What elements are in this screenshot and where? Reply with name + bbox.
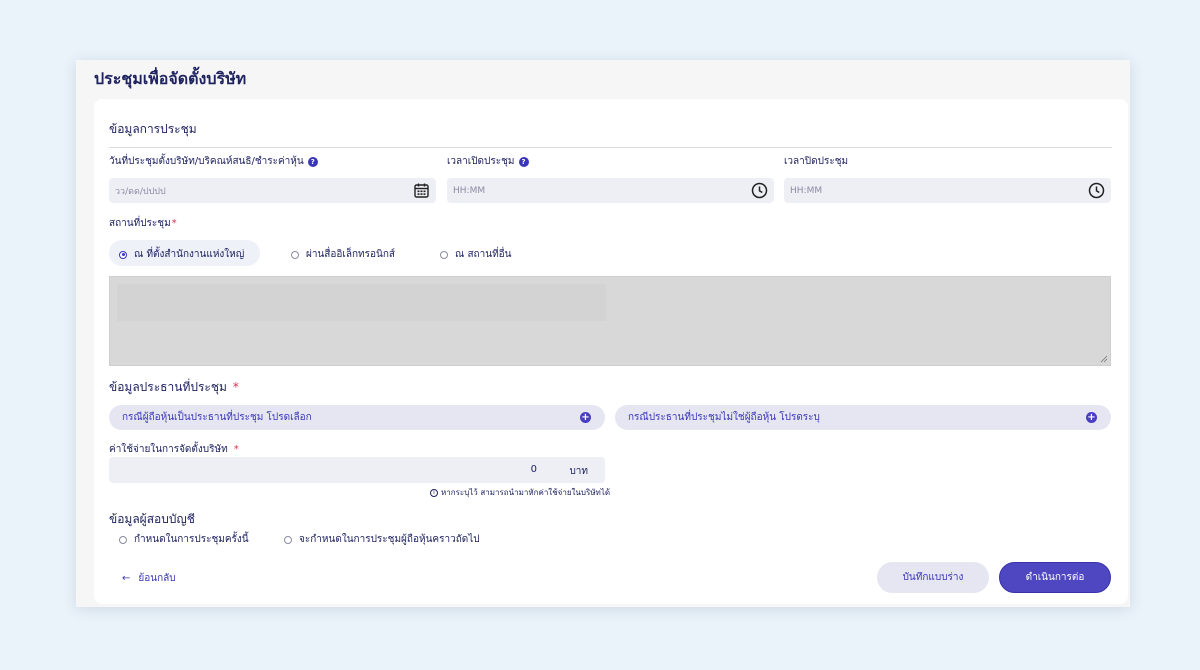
meeting-date-label-text: วันที่ประชุมตั้งบริษัท/บริคณห์สนธิ/ชำระค… — [109, 156, 304, 167]
clock-icon[interactable] — [751, 182, 768, 199]
radio-unselected[interactable] — [119, 535, 127, 544]
venue-option-label: ณ สถานที่อื่น — [455, 249, 512, 260]
radio-unselected[interactable] — [284, 535, 292, 544]
chairman-title-text: ข้อมูลประธานที่ประชุม — [109, 380, 227, 394]
plus-icon[interactable]: + — [580, 412, 591, 423]
arrow-left-icon: ← — [122, 573, 131, 584]
specify-chairman-label: กรณีประธานที่ประชุมไม่ใช่ผู้ถือหุ้น โปรด… — [628, 412, 820, 423]
back-label: ย้อนกลับ — [138, 573, 176, 584]
info-icon: i — [430, 488, 438, 497]
plus-icon[interactable]: + — [1086, 412, 1097, 423]
required-mark: * — [171, 218, 177, 229]
clock-icon[interactable] — [1088, 182, 1105, 199]
help-icon[interactable]: ? — [307, 156, 318, 167]
required-mark: * — [233, 444, 239, 455]
auditor-option-this-meeting[interactable]: กำหนดในการประชุมครั้งนี้ — [119, 532, 249, 547]
save-draft-button[interactable]: บันทึกแบบร่าง — [877, 562, 989, 593]
back-link[interactable]: ← ย้อนกลับ — [122, 571, 176, 586]
calendar-icon[interactable] — [413, 182, 430, 199]
page-title: ประชุมเพื่อจัดตั้งบริษัท — [94, 69, 247, 88]
venue-option-other[interactable]: ณ สถานที่อื่น — [440, 247, 512, 262]
venue-label: สถานที่ประชุม * — [109, 216, 177, 231]
close-time-placeholder: HH:MM — [790, 185, 823, 196]
help-icon[interactable]: ? — [518, 156, 529, 167]
meeting-info-title: ข้อมูลการประชุม — [109, 122, 197, 136]
radio-unselected[interactable] — [291, 250, 299, 259]
open-time-input[interactable]: HH:MM — [447, 178, 774, 203]
radio-unselected[interactable] — [440, 250, 448, 259]
auditor-title: ข้อมูลผู้สอบบัญชี — [109, 512, 195, 526]
resize-handle-icon[interactable] — [1100, 355, 1108, 363]
close-time-label: เวลาปิดประชุม — [784, 156, 849, 167]
venue-address-textarea[interactable] — [109, 276, 1111, 366]
form-window: ประชุมเพื่อจัดตั้งบริษัท ข้อมูลการประชุม… — [76, 60, 1130, 607]
venue-option-label: ผ่านสื่ออิเล็กทรอนิกส์ — [306, 249, 395, 260]
chairman-title: ข้อมูลประธานที่ประชุม * — [109, 378, 239, 397]
select-shareholder-label: กรณีผู้ถือหุ้นเป็นประธานที่ประชุม โปรดเล… — [122, 412, 312, 423]
meeting-date-input[interactable]: วว/ดด/ปปปป — [109, 178, 436, 203]
expense-note-text: หากระบุไว้ สามารถนำมาหักค่าใช้จ่ายในบริษ… — [441, 488, 611, 497]
venue-option-label: ณ ที่ตั้งสำนักงานแห่งใหญ่ — [134, 249, 245, 260]
expense-note: i หากระบุไว้ สามารถนำมาหักค่าใช้จ่ายในบร… — [430, 486, 610, 499]
redacted-address — [117, 284, 606, 321]
auditor-option-next-meeting[interactable]: จะกำหนดในการประชุมผู้ถือหุ้นคราวถัดไป — [284, 532, 480, 547]
continue-button[interactable]: ดำเนินการต่อ — [999, 562, 1111, 593]
expense-input[interactable]: 0 บาท — [109, 457, 605, 483]
required-mark: * — [232, 380, 239, 394]
form-card: ข้อมูลการประชุม วันที่ประชุมตั้งบริษัท/บ… — [94, 99, 1128, 604]
close-time-input[interactable]: HH:MM — [784, 178, 1111, 203]
open-time-label: เวลาเปิดประชุม ? — [447, 154, 529, 169]
venue-label-text: สถานที่ประชุม — [109, 218, 171, 229]
select-shareholder-chairman-button[interactable]: กรณีผู้ถือหุ้นเป็นประธานที่ประชุม โปรดเล… — [109, 405, 605, 430]
expense-label: ค่าใช้จ่ายในการจัดตั้งบริษัท * — [109, 442, 239, 457]
meeting-date-label: วันที่ประชุมตั้งบริษัท/บริคณห์สนธิ/ชำระค… — [109, 154, 318, 169]
open-time-placeholder: HH:MM — [453, 185, 486, 196]
venue-option-head-office[interactable]: ณ ที่ตั้งสำนักงานแห่งใหญ่ — [119, 247, 244, 262]
radio-selected[interactable] — [119, 250, 127, 259]
auditor-option-label: จะกำหนดในการประชุมผู้ถือหุ้นคราวถัดไป — [299, 534, 480, 545]
expense-unit: บาท — [569, 466, 588, 477]
section-divider — [109, 147, 1112, 148]
auditor-option-label: กำหนดในการประชุมครั้งนี้ — [134, 534, 249, 545]
venue-option-electronic[interactable]: ผ่านสื่ออิเล็กทรอนิกส์ — [291, 247, 395, 262]
specify-non-shareholder-chairman-button[interactable]: กรณีประธานที่ประชุมไม่ใช่ผู้ถือหุ้น โปรด… — [615, 405, 1111, 430]
expense-label-text: ค่าใช้จ่ายในการจัดตั้งบริษัท — [109, 444, 228, 455]
meeting-date-placeholder: วว/ดด/ปปปป — [115, 186, 166, 197]
open-time-label-text: เวลาเปิดประชุม — [447, 156, 515, 167]
expense-value: 0 — [530, 464, 537, 475]
